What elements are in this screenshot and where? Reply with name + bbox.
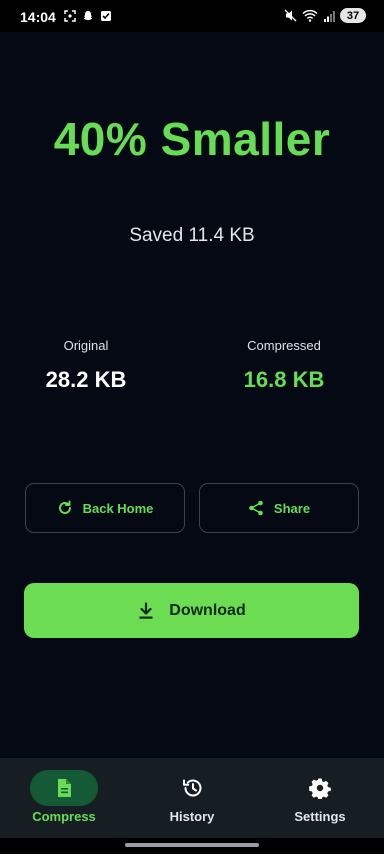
app-screen: 14:04 37 40% Smaller Saved 11.4 KB Origi… [0,0,384,854]
status-left-icons [64,10,112,22]
share-label: Share [273,500,311,516]
wifi-icon [302,9,318,22]
nav-label-settings: Settings [294,809,346,824]
original-size-stat: Original 28.2 KB [0,338,176,393]
download-icon [139,601,153,619]
refresh-icon [58,500,71,514]
saved-amount: Saved 11.4 KB [129,225,255,246]
nav-item-compress[interactable]: Compress [0,770,128,832]
compressed-size-stat: Compressed 16.8 KB [194,338,374,393]
mute-icon [284,9,297,22]
checkbox-icon [101,11,111,21]
status-right-icons: 37 [284,8,366,23]
gear-icon [309,778,331,799]
document-icon [58,779,71,797]
back-home-button[interactable]: Back Home [25,483,185,533]
compressed-size-label: Compressed [247,338,321,353]
download-label: Download [169,601,246,619]
nav-icon-wrap-history [158,770,226,806]
original-size-label: Original [63,338,109,353]
back-home-label: Back Home [82,500,154,516]
share-icon [249,500,263,516]
nav-active-indicator [30,770,98,806]
history-icon [183,779,202,797]
status-bar: 14:04 37 [0,0,384,32]
download-button[interactable]: Download [24,583,359,638]
bottom-navigation: Compress History Settings [0,758,384,838]
nav-label-compress: Compress [32,809,96,824]
nav-label-history: History [169,809,215,824]
compressed-size-value: 16.8 KB [243,367,325,392]
home-indicator[interactable] [125,843,259,847]
status-time: 14:04 [20,9,56,25]
result-headline: 40% Smaller [53,113,331,165]
signal-icon [324,10,335,22]
nav-item-history[interactable]: History [128,770,256,832]
share-button[interactable]: Share [199,483,359,533]
screenshot-icon [64,10,76,22]
nav-item-settings[interactable]: Settings [256,770,384,832]
snapchat-icon [83,11,93,21]
battery-indicator: 37 [340,8,366,23]
original-size-value: 28.2 KB [45,367,127,392]
nav-icon-wrap-settings [286,770,354,806]
